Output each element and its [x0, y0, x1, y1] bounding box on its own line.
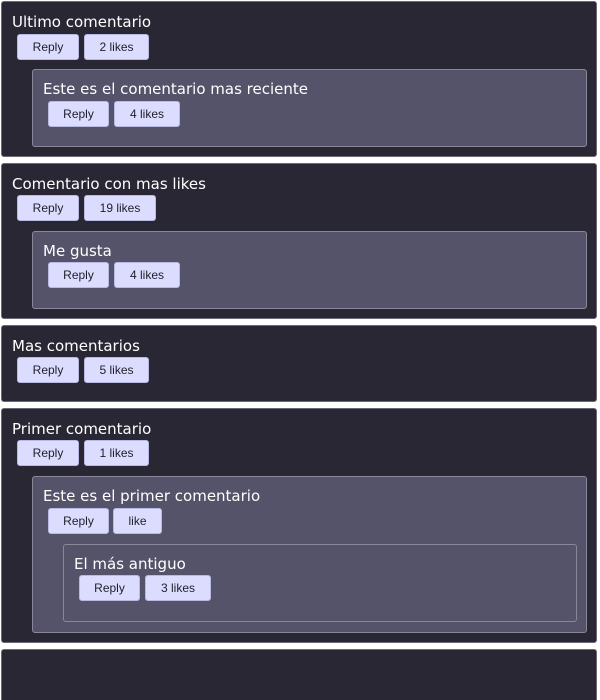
comment-text: Me gusta — [43, 242, 112, 260]
reply-button[interactable]: Reply — [48, 508, 109, 534]
like-button[interactable]: 3 likes — [145, 575, 211, 601]
reply-card: El más antiguo Reply 3 likes — [63, 544, 577, 622]
like-button[interactable]: 5 likes — [84, 357, 149, 383]
reply-button[interactable]: Reply — [17, 440, 79, 466]
reply-button[interactable]: Reply — [17, 357, 79, 383]
like-button[interactable]: 1 likes — [84, 440, 149, 466]
reply-button[interactable]: Reply — [48, 101, 109, 127]
comment-text: El más antiguo — [74, 555, 186, 573]
reply-button[interactable]: Reply — [17, 195, 79, 221]
like-button[interactable]: 2 likes — [84, 34, 149, 60]
comment-card — [1, 649, 597, 700]
reply-button[interactable]: Reply — [17, 34, 79, 60]
reply-button[interactable]: Reply — [79, 575, 140, 601]
comment-card: Mas comentarios Reply 5 likes — [1, 325, 597, 402]
like-button[interactable]: 4 likes — [114, 101, 180, 127]
comment-text: Primer comentario — [12, 420, 152, 438]
comment-card: Comentario con mas likes Reply 19 likes … — [1, 163, 597, 319]
like-button[interactable]: 4 likes — [114, 262, 180, 288]
comment-text: Este es el comentario mas reciente — [43, 80, 308, 98]
comment-text: Comentario con mas likes — [12, 175, 206, 193]
reply-card: Este es el primer comentario Reply like … — [32, 476, 587, 633]
reply-card: Me gusta Reply 4 likes — [32, 231, 587, 309]
comment-text: Mas comentarios — [12, 337, 140, 355]
reply-button[interactable]: Reply — [48, 262, 109, 288]
comment-card: Primer comentario Reply 1 likes Este es … — [1, 408, 597, 643]
comment-card: Ultimo comentario Reply 2 likes Este es … — [1, 1, 597, 157]
reply-card: Este es el comentario mas reciente Reply… — [32, 69, 587, 147]
comment-text: Este es el primer comentario — [43, 487, 261, 505]
like-button[interactable]: like — [113, 508, 162, 534]
like-button[interactable]: 19 likes — [84, 195, 156, 221]
comment-text: Ultimo comentario — [12, 13, 152, 31]
